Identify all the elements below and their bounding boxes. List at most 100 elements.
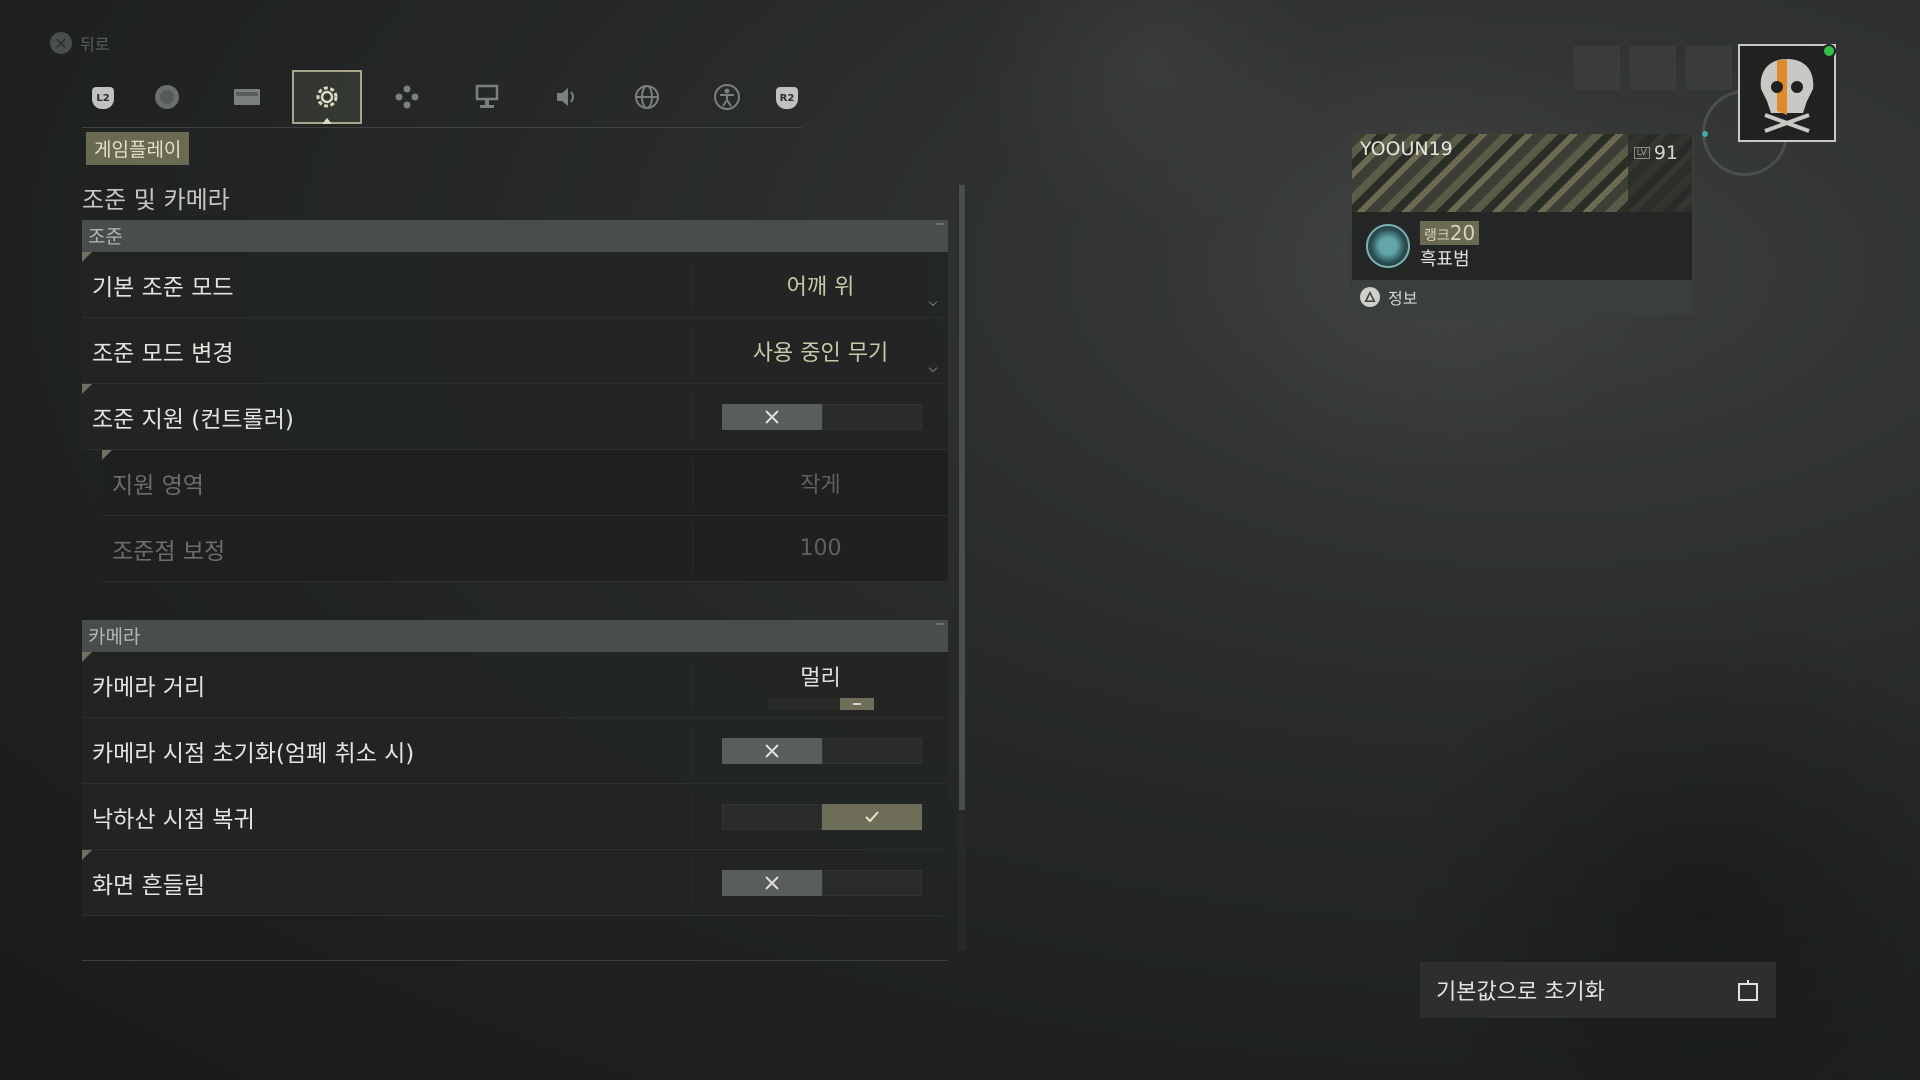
circle-button-icon: ✕: [50, 32, 72, 54]
setting-label: 조준 모드 변경: [92, 340, 234, 367]
r2-bumper-icon: R2: [776, 87, 798, 109]
squad-slot[interactable]: [1630, 46, 1676, 90]
page-title: 조준 및 카메라: [82, 186, 230, 214]
squad-slot[interactable]: [1686, 46, 1732, 90]
camera-section: 카메라 카메라 거리 멀리 카메라 시점 초기화(엄폐 취소 시) 낙하산 시점…: [82, 620, 948, 916]
back-label: 뒤로: [80, 35, 110, 54]
controls-icon: [395, 85, 419, 109]
aim-assist-toggle[interactable]: [722, 404, 922, 430]
info-label: 정보: [1388, 289, 1418, 308]
online-status-icon: [1822, 44, 1836, 58]
camera-reset-toggle[interactable]: [722, 738, 922, 764]
display-icon: [234, 89, 260, 105]
setting-label: 지원 영역: [112, 472, 204, 499]
accessibility-icon: [714, 84, 740, 110]
player-emblem[interactable]: [1738, 44, 1836, 142]
triangle-button-icon: [1360, 287, 1380, 307]
setting-value: 작게: [800, 472, 841, 498]
setting-default-aim-mode[interactable]: 기본 조준 모드 어깨 위: [82, 252, 948, 318]
setting-value: 100: [799, 536, 842, 561]
screen-shake-toggle[interactable]: [722, 870, 922, 896]
setting-label: 카메라 거리: [92, 674, 206, 701]
touchpad-icon: [1738, 980, 1758, 1001]
level-icon: LV: [1633, 147, 1650, 159]
tab-player[interactable]: [132, 70, 202, 124]
toggle-off-segment[interactable]: [722, 870, 822, 896]
reset-defaults-button[interactable]: 기본값으로 초기화: [1420, 962, 1776, 1018]
profile-banner: YOOUN19 LV 91: [1352, 134, 1692, 212]
changed-marker-icon: [82, 850, 92, 860]
tab-gameplay[interactable]: [292, 70, 362, 124]
l2-bumper-icon: L2: [92, 87, 114, 109]
squad-slot[interactable]: [1574, 46, 1620, 90]
setting-label: 카메라 시점 초기화(엄폐 취소 시): [92, 740, 415, 767]
setting-label: 조준 지원 (컨트롤러): [92, 406, 294, 433]
camera-header: 카메라: [82, 620, 948, 652]
setting-camera-reset-cover[interactable]: 카메라 시점 초기화(엄폐 취소 시): [82, 718, 948, 784]
setting-aim-assist[interactable]: 조준 지원 (컨트롤러): [82, 384, 948, 450]
changed-marker-icon: [102, 450, 112, 460]
slider-knob[interactable]: [839, 697, 874, 710]
squad-slots: [1574, 46, 1732, 90]
changed-marker-icon: [82, 652, 92, 662]
username: YOOUN19: [1360, 138, 1453, 160]
camera-distance-slider[interactable]: [767, 697, 874, 710]
rank-badge-icon: [1366, 224, 1410, 268]
tab-controls[interactable]: [372, 70, 442, 124]
toggle-off-segment[interactable]: [722, 804, 822, 830]
setting-value: 멀리: [800, 665, 841, 691]
check-icon: [865, 811, 879, 823]
toggle-on-segment[interactable]: [822, 738, 922, 764]
section-tag-gameplay: 게임플레이: [86, 132, 190, 165]
setting-camera-distance[interactable]: 카메라 거리 멀리: [82, 652, 948, 718]
changed-marker-icon: [82, 252, 92, 262]
changed-marker-icon: [82, 384, 92, 394]
player-icon: [155, 85, 179, 109]
scrollbar-thumb[interactable]: [959, 185, 965, 810]
tab-interface[interactable]: [452, 70, 522, 124]
toggle-on-segment[interactable]: [822, 404, 922, 430]
camera-distance-control[interactable]: 멀리: [693, 652, 948, 717]
profile-card[interactable]: YOOUN19 LV 91 랭크20 흑표범 정보: [1350, 134, 1694, 314]
setting-screen-shake[interactable]: 화면 흔들림: [82, 850, 948, 916]
toggle-on-segment[interactable]: [822, 804, 922, 830]
setting-label: 낙하산 시점 복귀: [92, 806, 255, 833]
rank-name: 흑표범: [1420, 249, 1470, 270]
aiming-header: 조준: [82, 220, 948, 252]
close-icon: [765, 410, 779, 424]
close-icon: [765, 744, 779, 758]
toggle-off-segment[interactable]: [722, 738, 822, 764]
back-button[interactable]: ✕ 뒤로: [50, 31, 109, 55]
tab-accessibility[interactable]: [692, 70, 762, 124]
skull-emblem-icon: [1760, 59, 1814, 133]
setting-label: 조준점 보정: [112, 538, 226, 565]
interface-icon: [475, 84, 499, 108]
setting-parachute-camera[interactable]: 낙하산 시점 복귀: [82, 784, 948, 850]
gear-icon: [316, 86, 338, 108]
setting-assist-area: 지원 영역 작게: [102, 450, 948, 516]
parachute-camera-toggle[interactable]: [722, 804, 922, 830]
player-level: LV 91: [1633, 142, 1678, 164]
level-value: 91: [1653, 142, 1678, 164]
tab-display[interactable]: [212, 70, 282, 124]
globe-icon: [635, 85, 659, 109]
settings-scrollbar[interactable]: [958, 185, 966, 950]
rank-label: 랭크20: [1420, 221, 1480, 245]
setting-value: 어깨 위: [786, 274, 855, 300]
tab-audio[interactable]: [532, 70, 602, 124]
aiming-section: 조준 기본 조준 모드 어깨 위 조준 모드 변경 사용 중인 무기 조준 지원…: [82, 220, 948, 582]
setting-label: 기본 조준 모드: [92, 274, 234, 301]
setting-value: 사용 중인 무기: [752, 340, 889, 366]
setting-label: 화면 흔들림: [92, 872, 206, 899]
close-icon: [765, 876, 779, 890]
setting-aim-mode-switch[interactable]: 조준 모드 변경 사용 중인 무기: [82, 318, 948, 384]
profile-info-button[interactable]: 정보: [1352, 280, 1692, 314]
toggle-off-segment[interactable]: [722, 404, 822, 430]
settings-tab-bar: L2 R2: [82, 68, 802, 128]
reset-label: 기본값으로 초기화: [1436, 980, 1605, 1005]
setting-reticle-correction: 조준점 보정 100: [102, 516, 948, 582]
tab-language[interactable]: [612, 70, 682, 124]
speaker-icon: [557, 88, 574, 106]
divider: [82, 960, 948, 961]
toggle-on-segment[interactable]: [822, 870, 922, 896]
